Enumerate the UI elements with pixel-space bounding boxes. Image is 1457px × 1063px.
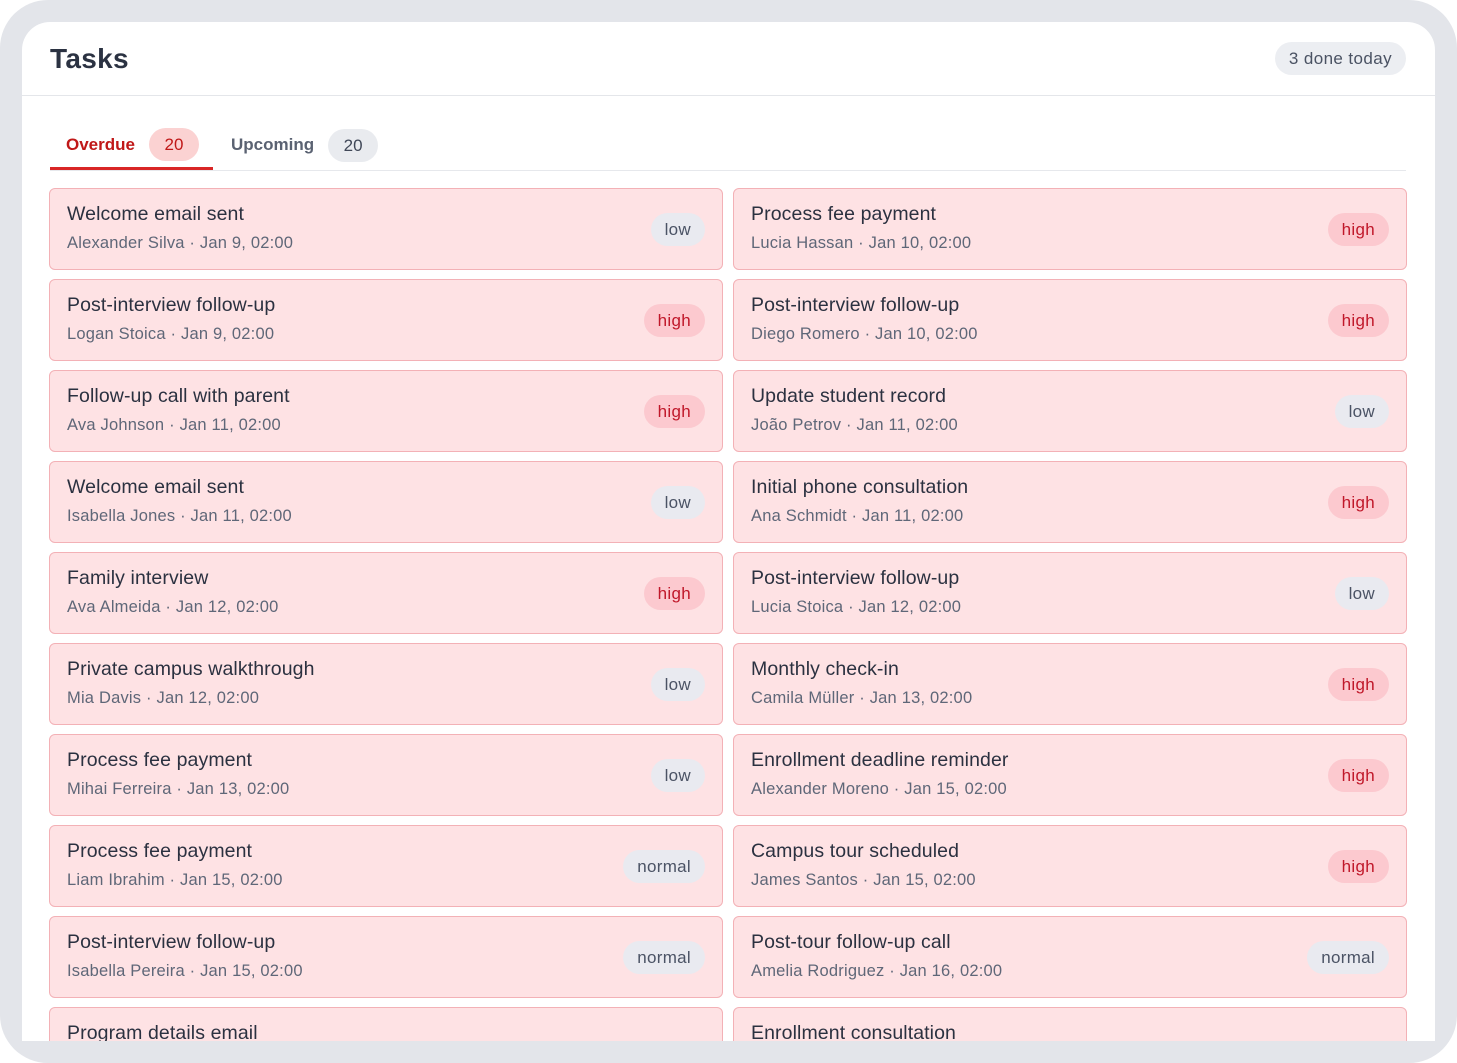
task-card[interactable]: Initial phone consultation Ana Schmidt · … [733,461,1407,543]
priority-badge: high [643,304,705,337]
task-meta: Diego Romero · Jan 10, 02:00 [751,325,978,343]
priority-badge: high [1327,213,1389,246]
task-grid: Welcome email sent Alexander Silva · Jan … [49,188,1407,1041]
task-meta: Ava Johnson · Jan 11, 02:00 [67,416,281,434]
task-meta: Lucia Stoica · Jan 12, 02:00 [751,598,962,616]
priority-badge: low [1334,577,1389,610]
task-title: Follow-up call with parent [67,385,290,407]
task-meta: Logan Stoica · Jan 9, 02:00 [67,325,275,343]
task-card[interactable]: Program details email [49,1007,723,1041]
tab-overdue-label: Overdue [66,134,135,154]
task-meta: Mihai Ferreira · Jan 13, 02:00 [67,780,290,798]
priority-badge: low [1334,395,1389,428]
header: Tasks 3 done today [22,22,1435,96]
task-title: Post-interview follow-up [751,567,960,589]
priority-badge: high [1327,759,1389,792]
task-title: Program details email [67,1022,258,1041]
task-meta: Isabella Jones · Jan 11, 02:00 [67,507,292,525]
task-card[interactable]: Follow-up call with parent Ava Johnson · … [49,370,723,452]
task-card[interactable]: Enrollment consultation [733,1007,1407,1041]
tab-upcoming-label: Upcoming [231,135,315,154]
task-meta: Liam Ibrahim · Jan 15, 02:00 [67,871,283,889]
task-card[interactable]: Private campus walkthrough Mia Davis · Ja… [49,643,723,725]
done-today-badge: 3 done today [1274,42,1406,75]
task-title: Process fee payment [67,840,253,862]
task-card[interactable]: Post-interview follow-up Isabella Pereira… [49,916,723,998]
task-title: Enrollment consultation [751,1022,956,1041]
app-window: Tasks 3 done today Overdue 20 Upcoming 2… [22,22,1435,1041]
task-card[interactable]: Welcome email sent Isabella Jones · Jan 1… [49,461,723,543]
task-meta: João Petrov · Jan 11, 02:00 [751,416,958,434]
priority-badge: high [1327,304,1389,337]
priority-badge: low [650,486,705,519]
priority-badge: low [650,668,705,701]
task-card[interactable]: Post-interview follow-up Lucia Stoica · J… [733,552,1407,634]
priority-badge: normal [1307,941,1389,974]
task-card[interactable]: Post-interview follow-up Logan Stoica · J… [49,279,723,361]
priority-badge: high [1327,486,1389,519]
task-meta: Amelia Rodriguez · Jan 16, 02:00 [751,962,1003,980]
task-title: Initial phone consultation [751,476,969,498]
task-title: Family interview [67,567,209,589]
task-title: Update student record [751,385,947,407]
task-card[interactable]: Post-interview follow-up Diego Romero · J… [733,279,1407,361]
task-meta: Camila Müller · Jan 13, 02:00 [751,689,973,707]
task-card[interactable]: Welcome email sent Alexander Silva · Jan … [49,188,723,270]
priority-badge: high [1327,668,1389,701]
task-card[interactable]: Campus tour scheduled James Santos · Jan … [733,825,1407,907]
task-card[interactable]: Process fee payment Liam Ibrahim · Jan 15… [49,825,723,907]
tab-upcoming-count: 20 [328,128,379,162]
task-card[interactable]: Update student record João Petrov · Jan 1… [733,370,1407,452]
priority-badge: high [1327,850,1389,883]
priority-badge: low [650,759,705,792]
task-meta: James Santos · Jan 15, 02:00 [751,871,976,889]
tab-upcoming[interactable]: Upcoming 20 [215,122,394,168]
task-meta: Mia Davis · Jan 12, 02:00 [67,689,260,707]
task-meta: Ava Almeida · Jan 12, 02:00 [67,598,279,616]
task-card[interactable]: Process fee payment Mihai Ferreira · Jan … [49,734,723,816]
priority-badge: high [643,395,705,428]
task-meta: Alexander Silva · Jan 9, 02:00 [67,234,294,252]
priority-badge: normal [623,850,705,883]
task-title: Enrollment deadline reminder [751,749,1009,771]
task-title: Post-interview follow-up [67,294,276,316]
task-card[interactable]: Monthly check-in Camila Müller · Jan 13, … [733,643,1407,725]
device-frame: Tasks 3 done today Overdue 20 Upcoming 2… [0,0,1457,1063]
tab-bar: Overdue 20 Upcoming 20 [50,122,1406,171]
task-meta: Isabella Pereira · Jan 15, 02:00 [67,962,303,980]
tab-overdue[interactable]: Overdue 20 [50,122,213,170]
tab-overdue-count: 20 [148,128,199,161]
task-title: Monthly check-in [751,658,899,680]
priority-badge: normal [623,941,705,974]
task-title: Process fee payment [751,203,937,225]
task-title: Private campus walkthrough [67,658,315,680]
task-title: Campus tour scheduled [751,840,960,862]
task-meta: Alexander Moreno · Jan 15, 02:00 [751,780,1007,798]
task-card[interactable]: Process fee payment Lucia Hassan · Jan 10… [733,188,1407,270]
task-card[interactable]: Enrollment deadline reminder Alexander Mo… [733,734,1407,816]
page-title: Tasks [50,42,129,74]
task-title: Post-interview follow-up [751,294,960,316]
task-title: Post-tour follow-up call [751,931,951,953]
task-title: Welcome email sent [67,476,245,498]
task-title: Welcome email sent [67,203,245,225]
task-meta: Lucia Hassan · Jan 10, 02:00 [751,234,972,252]
task-meta: Ana Schmidt · Jan 11, 02:00 [751,507,964,525]
task-title: Post-interview follow-up [67,931,276,953]
task-card[interactable]: Family interview Ava Almeida · Jan 12, 02… [49,552,723,634]
task-title: Process fee payment [67,749,253,771]
priority-badge: high [643,577,705,610]
task-card[interactable]: Post-tour follow-up call Amelia Rodriguez… [733,916,1407,998]
priority-badge: low [650,213,705,246]
